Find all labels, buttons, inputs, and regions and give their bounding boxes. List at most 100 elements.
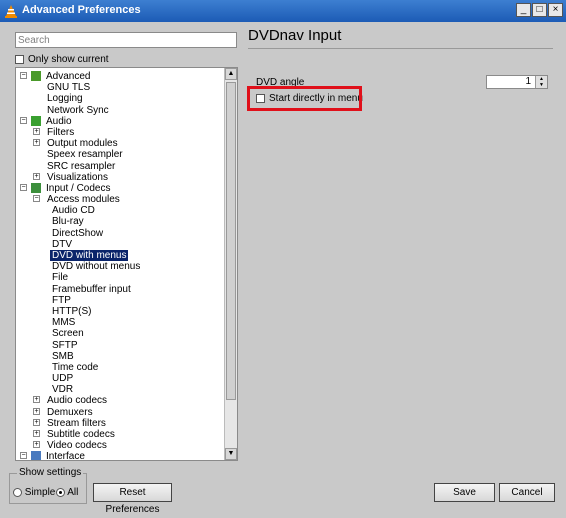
window-title: Advanced Preferences	[22, 4, 141, 16]
tree-items: − Advanced GNU TLS Logging Network Sync − Audi…	[16, 71, 224, 461]
tree-item[interactable]: − Advanced	[16, 71, 224, 82]
tree-item[interactable]: SMB	[16, 351, 224, 362]
tree-item-label: DirectShow	[52, 227, 104, 239]
tree-item-label: Audio	[46, 115, 72, 127]
expand-icon[interactable]: +	[33, 430, 40, 437]
reset-preferences-button[interactable]: Reset Preferences	[93, 483, 172, 515]
expand-icon[interactable]: +	[33, 396, 40, 404]
all-radio[interactable]: All	[56, 487, 78, 498]
tree-item-label: HTTP(S)	[52, 305, 92, 317]
tree-item-label: Stream filters	[47, 417, 106, 429]
cancel-button[interactable]: Cancel	[499, 483, 555, 502]
title-divider	[248, 48, 553, 49]
tree-item[interactable]: − Input / Codecs	[16, 182, 224, 194]
music-note-icon	[31, 115, 41, 126]
tree-item-label: Subtitle codecs	[47, 429, 115, 440]
tree-item[interactable]: Screen	[16, 328, 224, 339]
tree-item[interactable]: Blu-ray	[16, 216, 224, 227]
collapse-icon[interactable]: −	[20, 116, 27, 124]
tree-item[interactable]: DTV	[16, 239, 224, 250]
tree-item-label: SRC resampler	[47, 160, 116, 172]
expand-icon[interactable]: +	[33, 441, 40, 449]
tree-item[interactable]: Logging	[16, 93, 224, 104]
simple-radio[interactable]: Simple	[13, 487, 55, 498]
maximize-button[interactable]: □	[532, 3, 547, 17]
tree-item[interactable]: Network Sync	[16, 105, 224, 116]
scroll-up-arrow-icon[interactable]: ▲	[225, 68, 237, 80]
tree-item[interactable]: + Visualizations	[16, 172, 224, 183]
tree-item[interactable]: MMS	[16, 317, 224, 328]
tree-item[interactable]: + Video codecs	[16, 440, 224, 451]
only-show-current-label: Only show current	[28, 54, 109, 65]
close-button[interactable]: ×	[548, 3, 563, 17]
tree-item[interactable]: GNU TLS	[16, 82, 224, 93]
tree-item[interactable]: DVD without menus	[16, 261, 224, 272]
show-settings-group: Show settings Simple All	[9, 467, 87, 504]
tree-item[interactable]: SRC resampler	[16, 161, 224, 172]
tree-item[interactable]: + Subtitle codecs	[16, 429, 224, 440]
tree-item[interactable]: Time code	[16, 362, 224, 373]
expand-icon[interactable]: +	[33, 172, 40, 180]
tree-item[interactable]: SFTP	[16, 340, 224, 351]
expand-icon[interactable]: +	[33, 407, 40, 415]
tree-item[interactable]: − Interface	[16, 451, 224, 461]
tree-item-label: Audio CD	[52, 205, 95, 217]
minimize-button[interactable]: _	[516, 3, 531, 17]
tree-item[interactable]: + Filters	[16, 127, 224, 138]
tree-item[interactable]: UDP	[16, 373, 224, 384]
radio-circle[interactable]	[56, 487, 65, 497]
tree-item[interactable]: + Output modules	[16, 138, 224, 149]
tree-item[interactable]: DirectShow	[16, 228, 224, 239]
tree-item-label: Interface	[46, 451, 85, 461]
only-show-current-checkbox[interactable]: Only show current	[15, 54, 109, 65]
tree-item-label: Demuxers	[47, 406, 93, 418]
tree-item[interactable]: Framebuffer input	[16, 284, 224, 295]
vlc-cone-icon	[5, 5, 17, 18]
checkbox-box[interactable]	[15, 54, 24, 64]
interface-icon	[31, 451, 41, 460]
dvd-angle-value[interactable]: 1	[525, 76, 531, 88]
tree-item-label: Visualizations	[47, 171, 108, 183]
tree-item-label: File	[52, 272, 69, 284]
radio-circle[interactable]	[13, 487, 22, 497]
tree-item-label: FTP	[52, 294, 71, 306]
expand-icon[interactable]: +	[33, 127, 40, 135]
spin-buttons[interactable]: ▲ ▼	[535, 76, 547, 88]
collapse-icon[interactable]: −	[33, 195, 40, 203]
tree-item-label: Advanced	[46, 71, 91, 82]
collapse-icon[interactable]: −	[20, 452, 27, 460]
tree-item[interactable]: Audio CD	[16, 205, 224, 216]
tree-item-label: Framebuffer input	[52, 283, 131, 295]
advanced-icon	[31, 71, 41, 81]
dvd-angle-spinbox[interactable]: 1 ▲ ▼	[486, 75, 548, 89]
tree-item[interactable]: − Audio	[16, 115, 224, 127]
tree-item[interactable]: + Demuxers	[16, 407, 224, 418]
collapse-icon[interactable]: −	[20, 183, 27, 191]
save-button[interactable]: Save	[434, 483, 495, 502]
show-settings-legend: Show settings	[17, 467, 84, 478]
tree-item[interactable]: + Audio codecs	[16, 395, 224, 406]
spin-down-arrow-icon[interactable]: ▼	[536, 82, 547, 88]
tree-item[interactable]: DVD with menus	[16, 250, 224, 262]
collapse-icon[interactable]: −	[20, 72, 27, 79]
scroll-down-arrow-icon[interactable]: ▼	[225, 448, 237, 460]
tree-item-label: DVD with menus	[50, 250, 129, 262]
expand-icon[interactable]: +	[33, 139, 40, 147]
expand-icon[interactable]: +	[33, 418, 40, 426]
tree-item[interactable]: File	[16, 272, 224, 283]
tree-item[interactable]: − Access modules	[16, 194, 224, 205]
tree-item[interactable]: Speex resampler	[16, 149, 224, 160]
tree-item[interactable]: FTP	[16, 295, 224, 306]
tree-item[interactable]: VDR	[16, 384, 224, 395]
tree-scrollbar[interactable]: ▲ ▼	[224, 68, 237, 460]
scroll-thumb[interactable]	[226, 82, 236, 400]
tree-item-label: Speex resampler	[47, 149, 123, 161]
tree-item[interactable]: + Stream filters	[16, 418, 224, 429]
tree-item-label: DVD without menus	[52, 261, 141, 273]
tree-item-label: SFTP	[52, 339, 78, 351]
tree-item[interactable]: HTTP(S)	[16, 306, 224, 317]
tree-item-label: Screen	[52, 328, 84, 340]
preferences-tree[interactable]: − Advanced GNU TLS Logging Network Sync − Audi…	[15, 67, 238, 461]
highlight-box	[247, 86, 362, 111]
search-input[interactable]	[15, 32, 237, 48]
